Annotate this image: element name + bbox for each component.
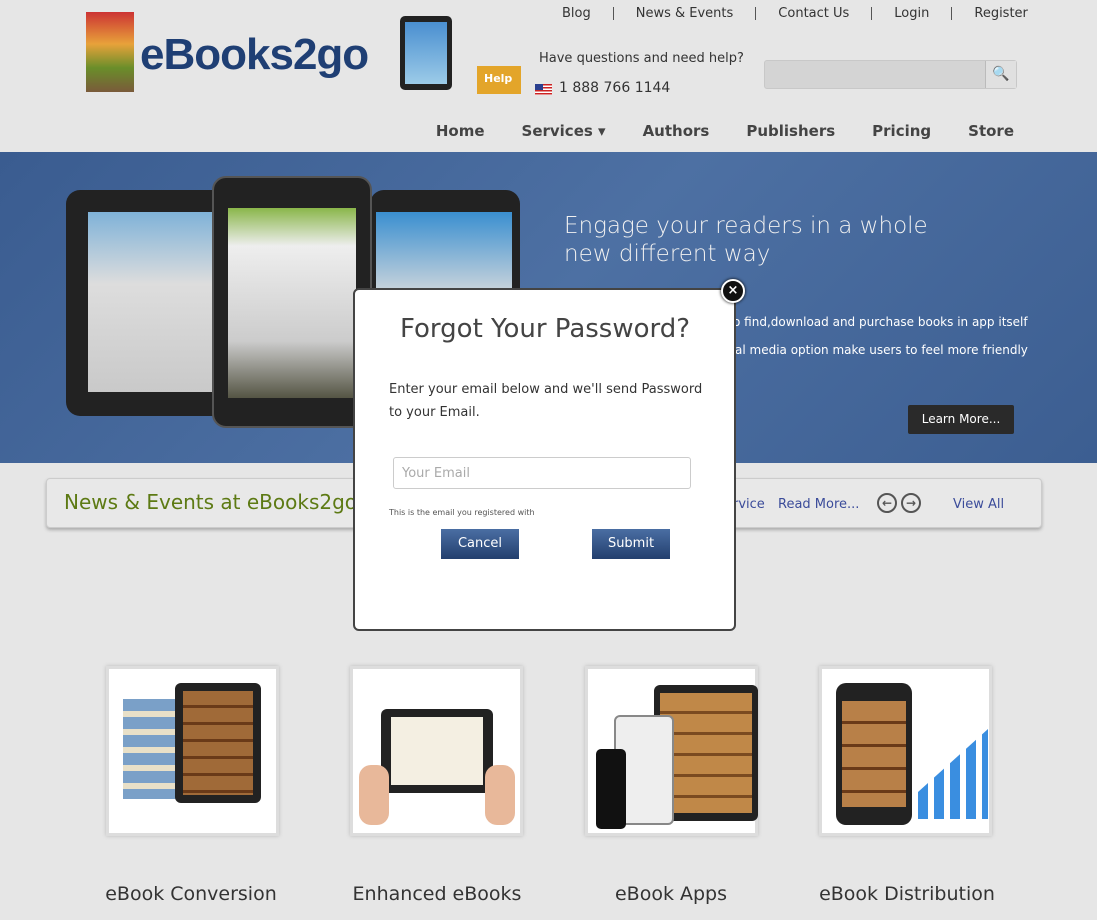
- ebook-apps-image[interactable]: [585, 666, 758, 836]
- news-snippet: rvice: [733, 497, 765, 512]
- email-hint: This is the email you registered with: [389, 508, 535, 517]
- logo-tablet-icon: [400, 16, 452, 90]
- search-icon[interactable]: 🔍: [985, 61, 1016, 88]
- search-box: 🔍: [764, 60, 1017, 89]
- submit-button[interactable]: Submit: [592, 529, 670, 559]
- enhanced-ebooks-image[interactable]: [350, 666, 523, 836]
- logo-text: eBooks2go: [140, 30, 369, 79]
- close-icon[interactable]: ×: [721, 279, 745, 303]
- nav-store[interactable]: Store: [968, 122, 1014, 140]
- forgot-password-modal: Forgot Your Password? Enter your email b…: [353, 288, 736, 631]
- logo-mark: [86, 12, 134, 92]
- learn-more-button[interactable]: Learn More...: [908, 405, 1014, 434]
- link-register[interactable]: Register: [951, 7, 1028, 20]
- top-links: Blog News & Events Contact Us Login Regi…: [540, 7, 1028, 20]
- service-label[interactable]: eBook Apps: [551, 883, 791, 905]
- us-flag-icon: [535, 84, 552, 95]
- nav-services[interactable]: Services ▾: [522, 122, 606, 140]
- read-more-link[interactable]: Read More...: [778, 497, 859, 512]
- modal-title: Forgot Your Password?: [400, 314, 691, 344]
- hero-feature: o find,download and purchase books in ap…: [733, 315, 1028, 329]
- link-news-events[interactable]: News & Events: [612, 7, 756, 20]
- arrow-right-icon[interactable]: →: [901, 493, 921, 513]
- link-blog[interactable]: Blog: [540, 7, 613, 20]
- view-all-link[interactable]: View All: [953, 497, 1004, 512]
- ebook-distribution-image[interactable]: [819, 666, 992, 836]
- link-login[interactable]: Login: [871, 7, 951, 20]
- help-question: Have questions and need help?: [539, 51, 744, 66]
- nav-home[interactable]: Home: [436, 122, 485, 140]
- help-badge[interactable]: Help: [477, 66, 521, 94]
- service-label[interactable]: Enhanced eBooks: [317, 883, 557, 905]
- nav-pricing[interactable]: Pricing: [872, 122, 931, 140]
- arrow-left-icon[interactable]: ←: [877, 493, 897, 513]
- service-label[interactable]: eBook Distribution: [787, 883, 1027, 905]
- main-nav: Home Services ▾ Authors Publishers Prici…: [436, 122, 1014, 140]
- hero-feature: al media option make users to feel more …: [735, 343, 1028, 357]
- cancel-button[interactable]: Cancel: [441, 529, 519, 559]
- ebook-conversion-image[interactable]: [106, 666, 279, 836]
- tablet-image: [66, 190, 236, 416]
- link-contact-us[interactable]: Contact Us: [755, 7, 871, 20]
- phone-tablet-image: [212, 176, 372, 428]
- nav-publishers[interactable]: Publishers: [746, 122, 835, 140]
- email-field[interactable]: [393, 457, 691, 489]
- news-title: News & Events at eBooks2go:: [64, 490, 364, 514]
- nav-authors[interactable]: Authors: [643, 122, 710, 140]
- hero-title: Engage your readers in a whole new diffe…: [564, 213, 928, 267]
- service-label[interactable]: eBook Conversion: [71, 883, 311, 905]
- modal-description: Enter your email below and we'll send Pa…: [389, 382, 703, 420]
- phone-number: 1 888 766 1144: [559, 80, 671, 96]
- search-input[interactable]: [765, 61, 980, 88]
